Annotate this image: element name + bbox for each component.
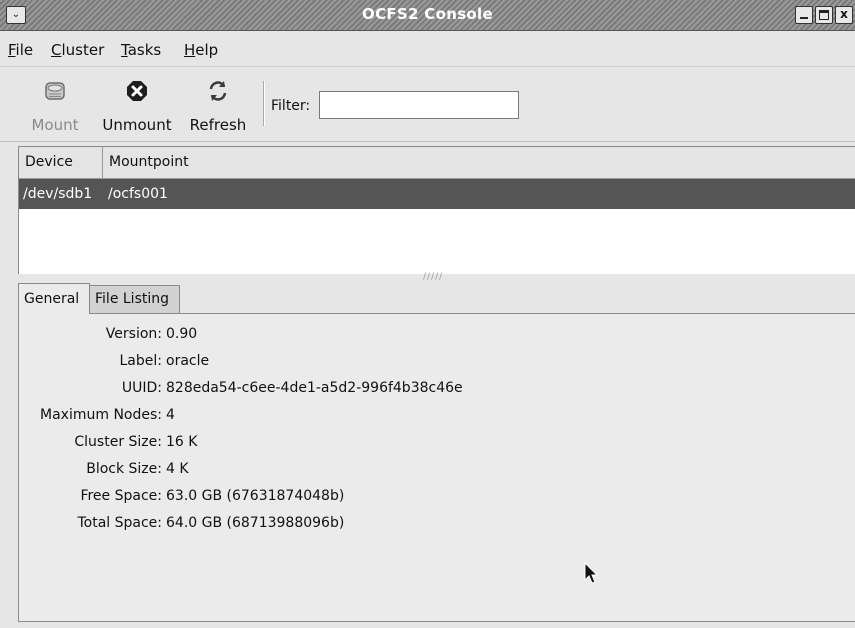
info-value: 64.0 GB (68713988096b) (166, 515, 345, 531)
menu-help[interactable]: Help (184, 41, 218, 59)
window-title: OCFS2 Console (362, 5, 493, 23)
close-icon: x (840, 7, 848, 21)
info-value: 16 K (166, 434, 198, 450)
info-row-version: Version: 0.90 (19, 326, 719, 352)
unmount-label: Unmount (102, 116, 172, 134)
minimize-button[interactable] (795, 6, 813, 24)
device-cell: /dev/sdb1 (23, 186, 93, 202)
menu-tasks[interactable]: Tasks (121, 41, 161, 59)
info-key: Version: (105, 326, 162, 342)
tab-general[interactable]: General (18, 283, 90, 314)
column-header-mountpoint[interactable]: Mountpoint (103, 147, 855, 178)
info-value: oracle (166, 353, 210, 369)
mountpoint-cell: /ocfs001 (108, 186, 168, 202)
info-value: 63.0 GB (67631874048b) (166, 488, 345, 504)
filter-input[interactable] (319, 91, 519, 119)
info-value: 4 K (166, 461, 189, 477)
menu-cluster[interactable]: Cluster (51, 41, 104, 59)
info-key: Cluster Size: (74, 434, 162, 450)
info-row-free-space: Free Space: 63.0 GB (67631874048b) (19, 488, 719, 514)
device-list[interactable]: Device Mountpoint /dev/sdb1 /ocfs001 (18, 146, 855, 274)
pane-resize-handle[interactable]: ///// (423, 272, 443, 282)
info-key: Label: (119, 353, 163, 369)
mouse-cursor-icon (584, 562, 599, 584)
title-bar[interactable]: ⌄ OCFS2 Console x (0, 0, 855, 31)
info-row-max-nodes: Maximum Nodes: 4 (19, 407, 719, 433)
unmount-button[interactable]: Unmount (97, 67, 177, 141)
refresh-button[interactable]: Refresh (183, 67, 253, 141)
info-row-cluster-size: Cluster Size: 16 K (19, 434, 719, 460)
filter-label: Filter: (271, 98, 311, 114)
refresh-label: Refresh (189, 116, 247, 134)
general-panel: Version: 0.90 Label: oracle UUID: 828eda… (18, 313, 855, 622)
info-key: Free Space: (80, 488, 162, 504)
info-key: Block Size: (86, 461, 162, 477)
info-key: Maximum Nodes: (40, 407, 162, 423)
toolbar: Mount Unmount Refresh Filter: (0, 66, 855, 142)
maximize-button[interactable] (815, 6, 833, 24)
info-row-total-space: Total Space: 64.0 GB (68713988096b) (19, 515, 719, 541)
info-row-uuid: UUID: 828eda54-c6ee-4de1-a5d2-996f4b38c4… (19, 380, 719, 406)
mount-button[interactable]: Mount (20, 67, 90, 141)
menu-file[interactable]: File (8, 41, 33, 59)
info-value: 0.90 (166, 326, 198, 342)
toolbar-separator (263, 81, 265, 126)
info-row-block-size: Block Size: 4 K (19, 461, 719, 487)
disk-icon (45, 82, 65, 100)
mount-label: Mount (31, 116, 79, 134)
refresh-icon (209, 81, 227, 101)
column-header-device[interactable]: Device (19, 147, 103, 178)
close-button[interactable]: x (835, 6, 853, 24)
list-header: Device Mountpoint (19, 147, 855, 179)
menu-bar: File Cluster Tasks Help (0, 31, 855, 65)
info-row-label: Label: oracle (19, 353, 719, 379)
info-value: 4 (166, 407, 175, 423)
info-value: 828eda54-c6ee-4de1-a5d2-996f4b38c46e (166, 380, 463, 396)
stop-icon (127, 81, 147, 101)
table-row[interactable]: /dev/sdb1 /ocfs001 (19, 179, 855, 209)
info-key: Total Space: (77, 515, 162, 531)
info-key: UUID: (121, 380, 162, 396)
tab-file-listing[interactable]: File Listing (89, 285, 180, 313)
